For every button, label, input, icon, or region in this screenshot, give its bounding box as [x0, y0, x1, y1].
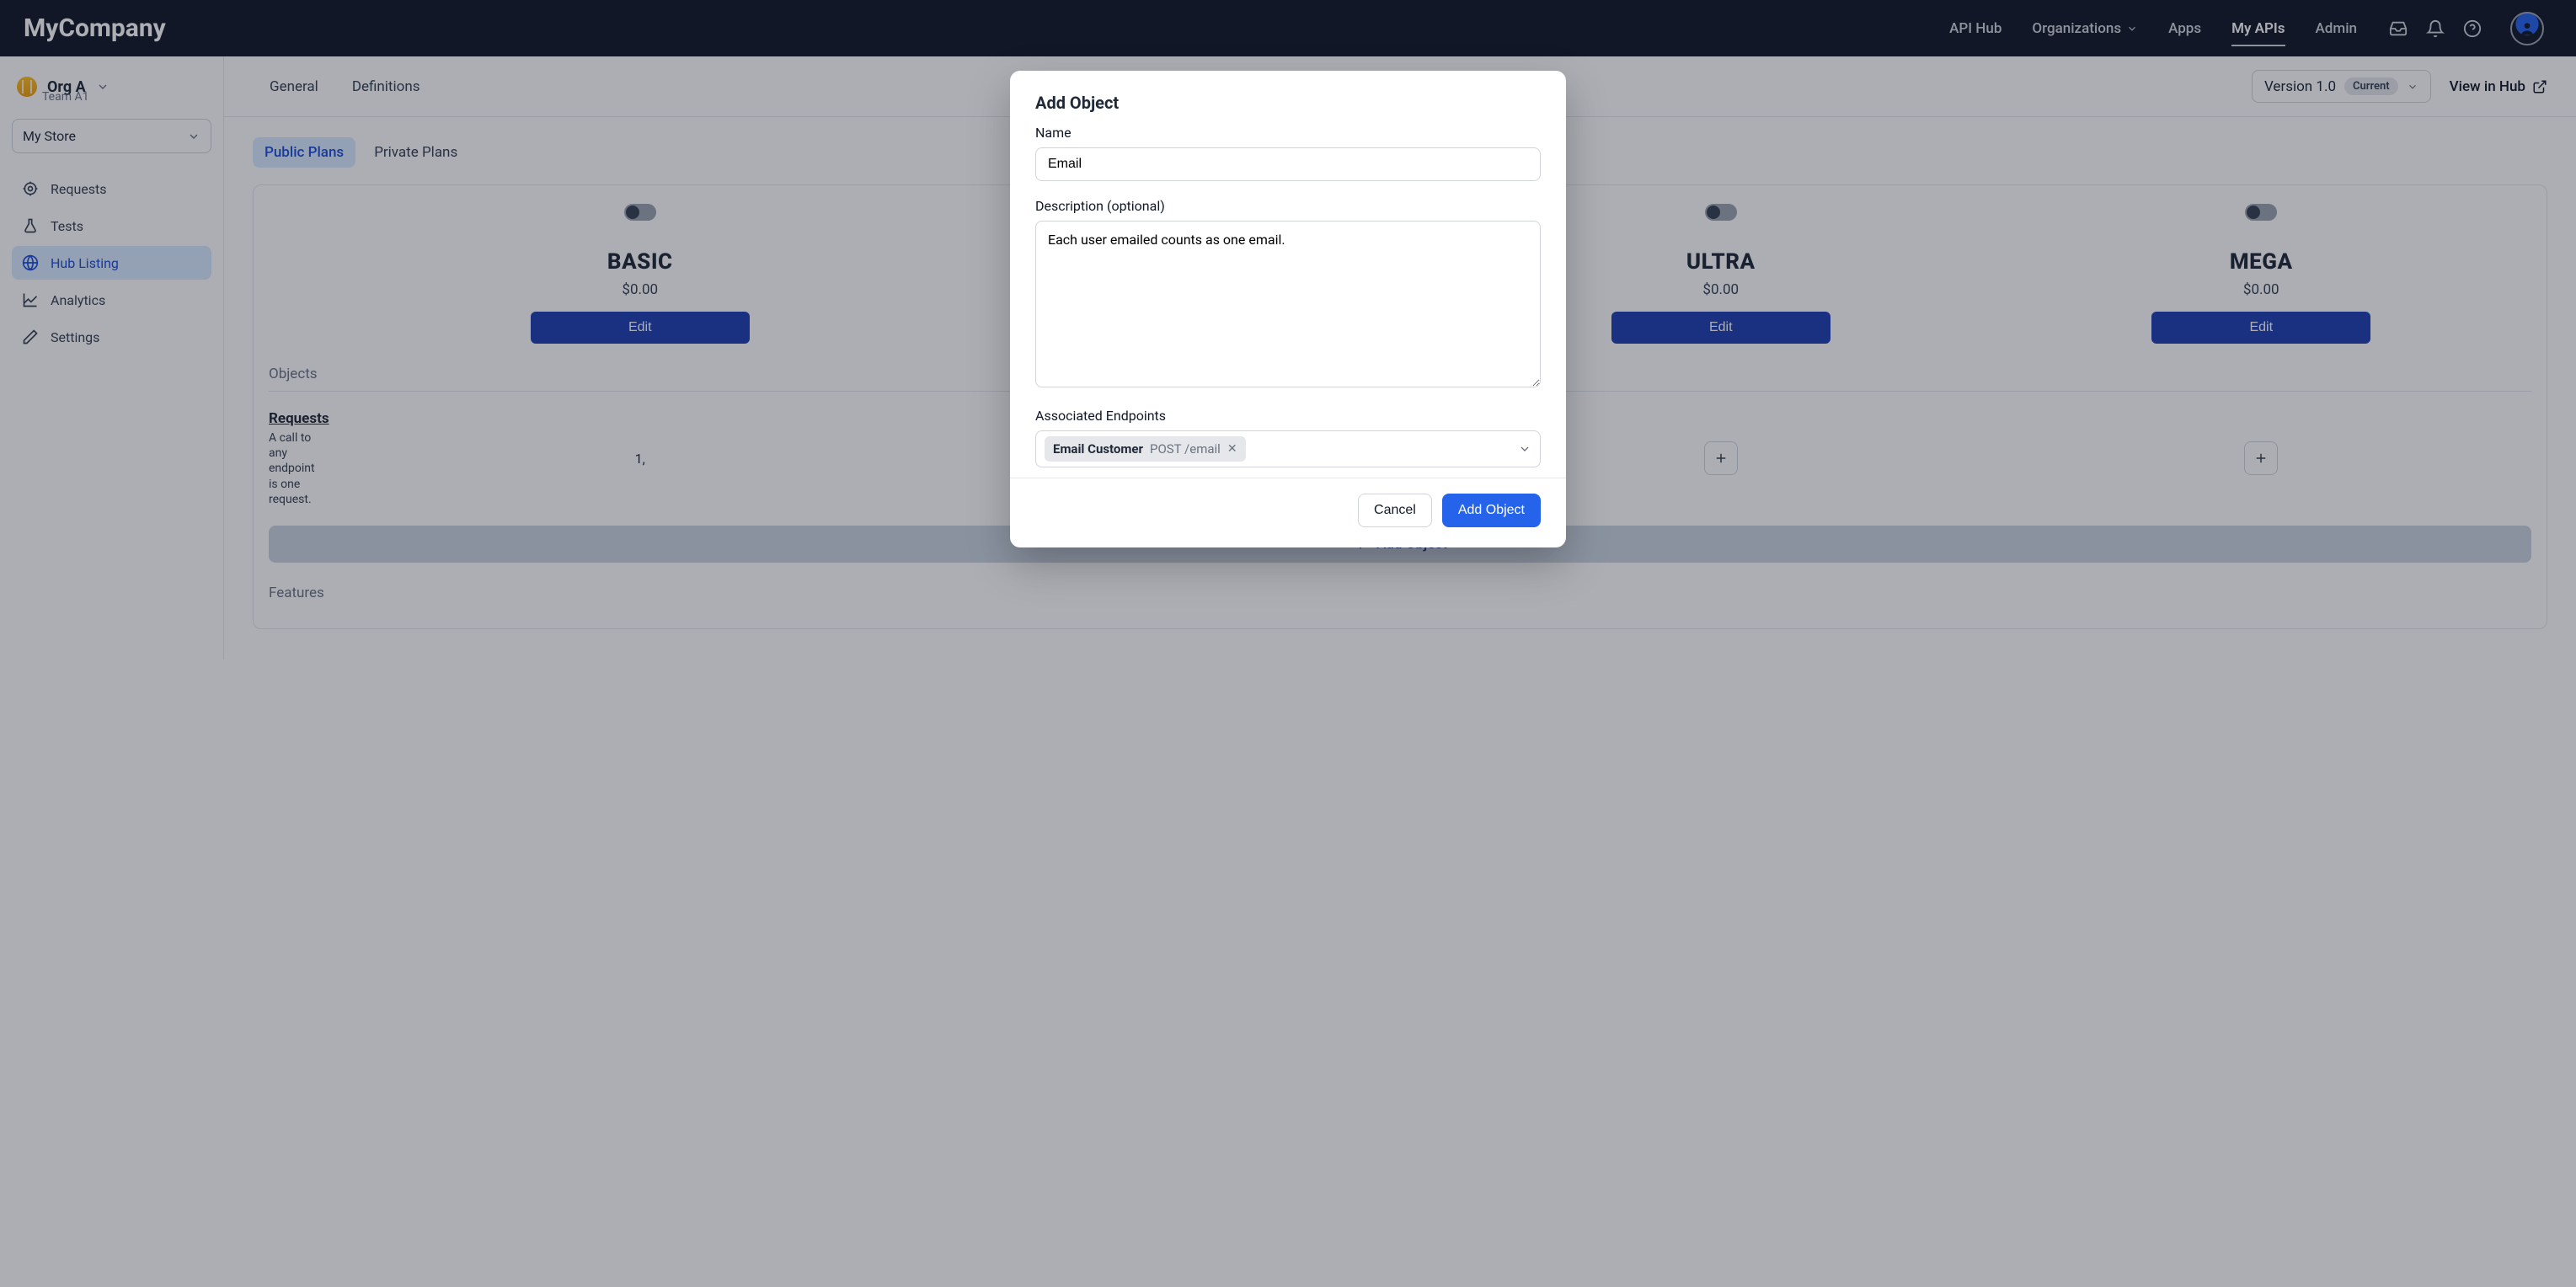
- endpoint-chip-detail: POST /email: [1150, 441, 1221, 457]
- associated-endpoints-select[interactable]: Email Customer POST /email ✕: [1035, 430, 1541, 467]
- add-object-modal: Add Object Name Description (optional) A…: [1010, 71, 1566, 547]
- name-input[interactable]: [1035, 147, 1541, 181]
- modal-overlay[interactable]: Add Object Name Description (optional) A…: [0, 0, 2576, 1287]
- description-field-label: Description (optional): [1035, 198, 1541, 214]
- modal-title: Add Object: [1035, 93, 1541, 113]
- endpoint-chip-name: Email Customer: [1053, 441, 1143, 457]
- endpoints-field-label: Associated Endpoints: [1035, 408, 1541, 424]
- add-object-submit-button[interactable]: Add Object: [1442, 494, 1541, 527]
- chevron-down-icon: [1518, 442, 1531, 456]
- name-field-label: Name: [1035, 125, 1541, 141]
- endpoint-chip: Email Customer POST /email ✕: [1045, 436, 1246, 462]
- chip-remove-icon[interactable]: ✕: [1227, 442, 1237, 456]
- cancel-button[interactable]: Cancel: [1358, 494, 1432, 527]
- description-textarea[interactable]: [1035, 221, 1541, 387]
